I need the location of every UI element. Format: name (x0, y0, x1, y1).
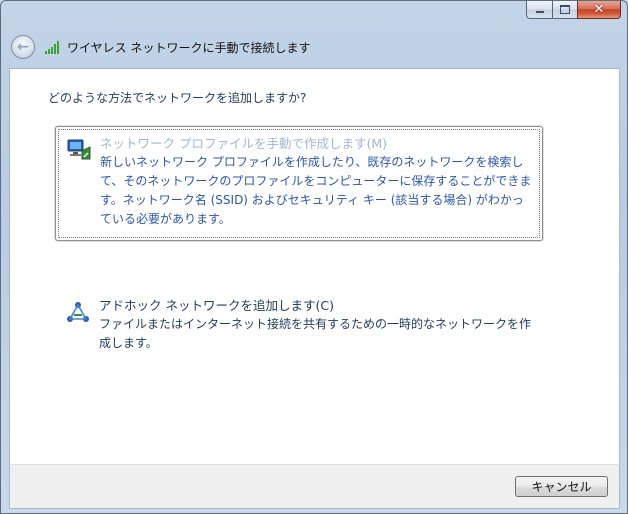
adhoc-network-icon (67, 302, 89, 322)
page-question: どのような方法でネットワークを追加しますか? (48, 91, 307, 105)
close-button[interactable]: ✕ (577, 1, 621, 19)
close-icon: ✕ (593, 2, 605, 17)
wireless-signal-icon (45, 40, 61, 54)
option-description: ファイルまたはインターネット接続を共有するための一時的なネットワークを作成します… (99, 317, 532, 350)
button-bar: キャンセル (9, 464, 620, 509)
option-adhoc-network[interactable]: アドホック ネットワークを追加します(C) ファイルまたはインターネット接続を共… (55, 289, 543, 355)
option-description: 新しいネットワーク プロファイルを作成したり、既存のネットワークを検索して、その… (100, 155, 532, 226)
maximize-button[interactable] (552, 1, 577, 19)
cancel-button[interactable]: キャンセル (515, 476, 608, 497)
window-title: ワイヤレス ネットワークに手動で接続します (67, 40, 311, 55)
minimize-icon (535, 11, 544, 13)
option-manual-profile[interactable]: ネットワーク プロファイルを手動で作成します(M) 新しいネットワーク プロファ… (55, 126, 543, 241)
network-computer-icon (67, 139, 91, 160)
option-title: ネットワーク プロファイルを手動で作成します(M) (100, 136, 388, 151)
wizard-window: ✕ ← ワイヤレス ネットワークに手動で接続します どのような方法でネットワーク… (0, 0, 628, 514)
caption-buttons: ✕ (526, 1, 621, 19)
wizard-nav: ← ワイヤレス ネットワークに手動で接続します (1, 27, 627, 67)
maximize-icon (560, 5, 570, 14)
back-arrow-icon: ← (17, 39, 29, 55)
content-panel: どのような方法でネットワークを追加しますか? ネットワーク プロファイルを手動で… (9, 68, 620, 465)
option-title: アドホック ネットワークを追加します(C) (99, 298, 334, 313)
minimize-button[interactable] (526, 1, 552, 19)
back-button[interactable]: ← (11, 35, 35, 59)
